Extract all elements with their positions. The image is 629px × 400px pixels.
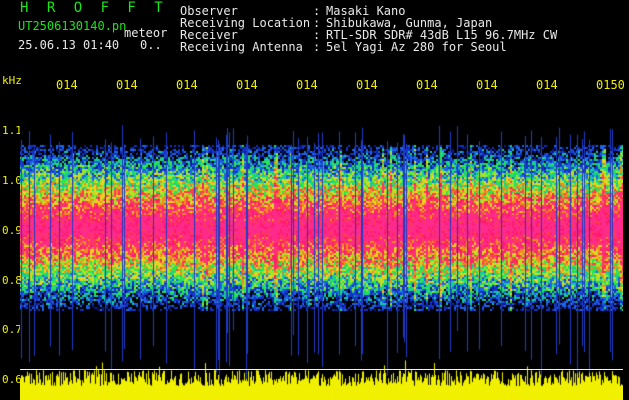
x-tick-8: 014: [476, 78, 498, 92]
y-tick-0-7: 0.7: [2, 323, 22, 336]
x-tick-6: 014: [356, 78, 378, 92]
y-tick-0-6: 0.6: [2, 373, 22, 386]
antenna-label: Receiving Antenna: [180, 40, 303, 54]
y-tick-1-1: 1.1: [2, 124, 22, 137]
hrofft-window: H R O F F T UT2506130140.pn meteor 25.06…: [0, 0, 629, 400]
spectrogram: [20, 95, 623, 400]
filename-label: UT2506130140.pn: [18, 19, 127, 33]
y-axis-unit: kHz: [2, 74, 22, 87]
x-tick-1: 014: [56, 78, 78, 92]
y-tick-0-8: 0.8: [2, 274, 22, 287]
x-tick-3: 014: [176, 78, 198, 92]
antenna-value: 5el Yagi Az 280 for Seoul: [326, 40, 507, 54]
x-tick-5: 014: [296, 78, 318, 92]
y-tick-1-0: 1.0: [2, 174, 22, 187]
x-tick-2: 014: [116, 78, 138, 92]
baseline-line: [20, 369, 623, 370]
x-tick-7: 014: [416, 78, 438, 92]
y-tick-0-9: 0.9: [2, 224, 22, 237]
x-tick-4: 014: [236, 78, 258, 92]
antenna-colon: :: [313, 40, 321, 54]
x-tick-9: 014: [536, 78, 558, 92]
app-title: H R O F F T: [20, 0, 168, 16]
datetime-label: 25.06.13 01:40: [18, 38, 120, 52]
extra-label: 0..: [140, 38, 162, 52]
x-tick-10: 0150: [596, 78, 625, 92]
